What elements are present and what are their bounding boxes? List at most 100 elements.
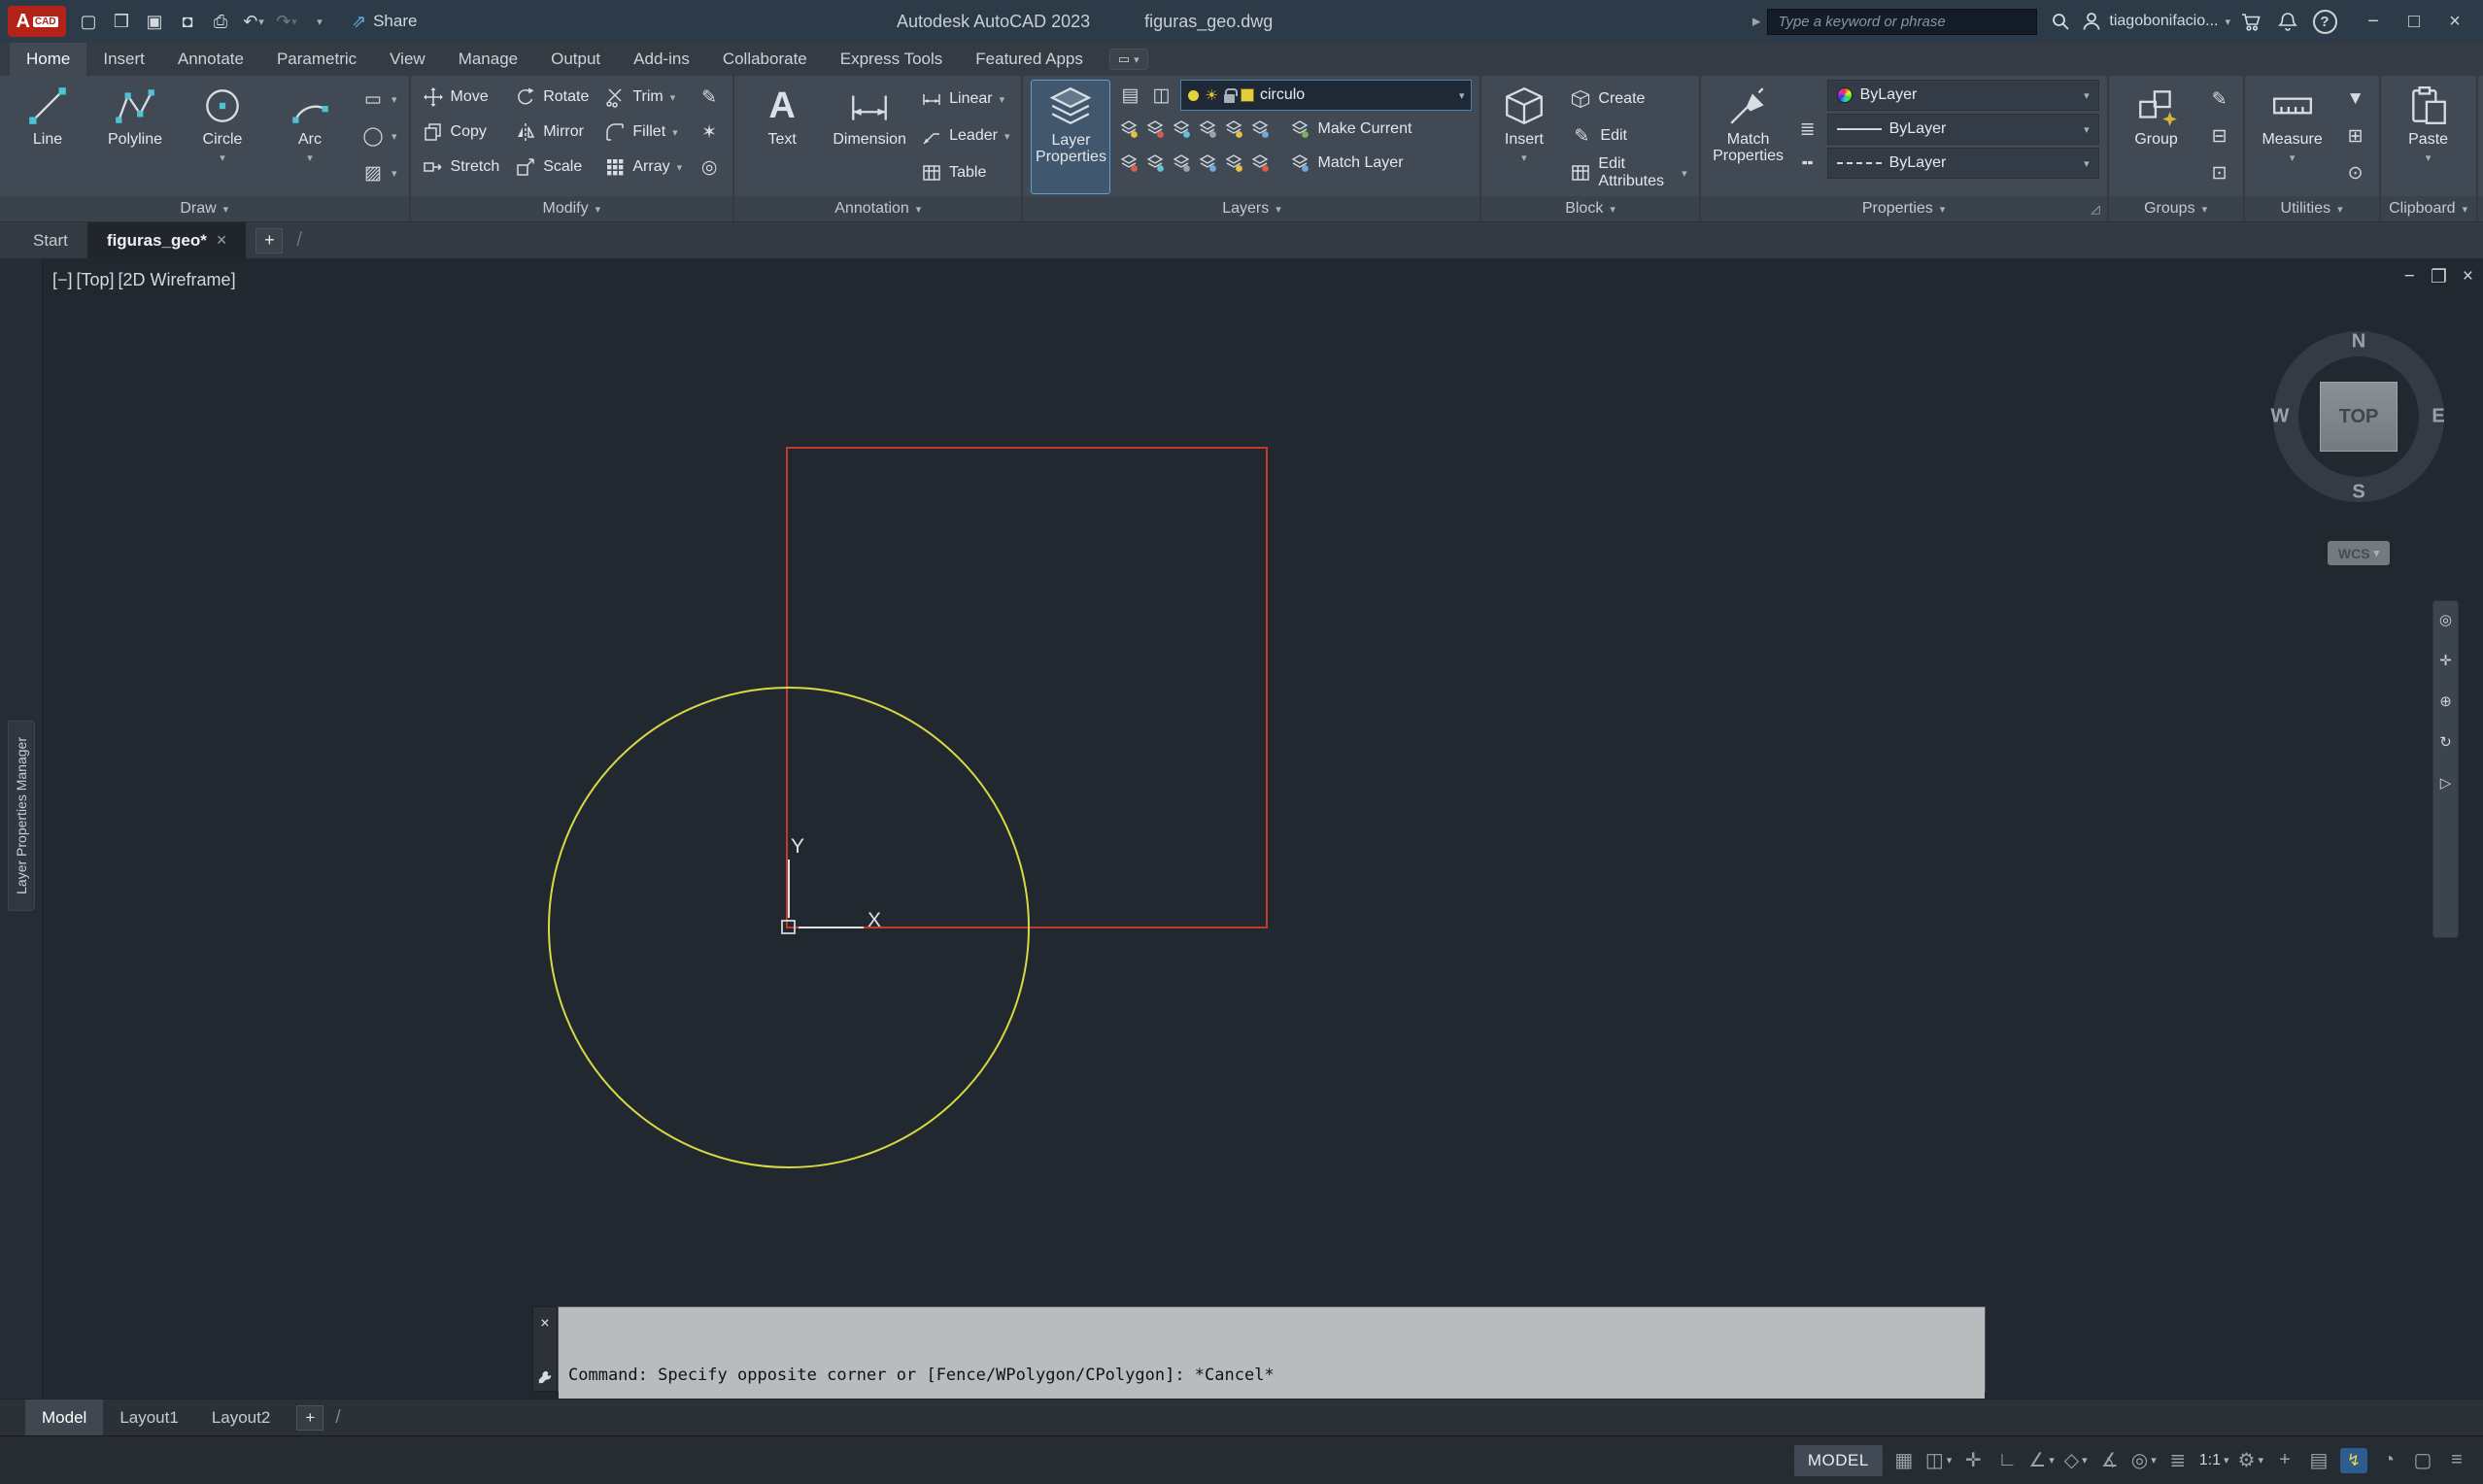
panel-label-view[interactable]: View▾ [2478,196,2483,221]
circle-button[interactable]: Circle▾ [183,80,262,194]
viewcube-west[interactable]: W [2271,406,2290,428]
zoom-icon[interactable]: ⊕ [2439,692,2452,710]
layer-isolate-icon[interactable] [1144,119,1166,139]
polyline-button[interactable]: Polyline [95,80,175,194]
viewport-minimize-button[interactable]: − [2404,266,2415,288]
maximize-button[interactable]: □ [2394,5,2434,38]
search-button[interactable] [2044,7,2077,36]
ortho-mode-button[interactable]: ∟ [1994,1445,2020,1476]
layer-merge-icon[interactable] [1223,153,1244,173]
create-block-button[interactable]: Create [1566,82,1690,117]
tab-collaborate[interactable]: Collaborate [706,43,824,76]
drawn-square[interactable] [787,448,1267,928]
layer-settings-icon[interactable]: ◫ [1149,84,1173,107]
layer-lock-tool-icon[interactable] [1197,119,1218,139]
workspace-switching-button[interactable]: ⚙▾ [2238,1445,2263,1476]
id-point-button[interactable]: ⊙ [2340,155,2371,190]
close-icon[interactable]: × [217,230,227,251]
plot-button[interactable]: ⎙ [206,7,235,36]
measure-button[interactable]: Measure▾ [2253,80,2332,194]
viewcube[interactable]: N W E S TOP [2266,324,2451,509]
isolate-objects-button[interactable]: ◔ [2376,1445,2401,1476]
linear-dimension-button[interactable]: Linear▾ [917,82,1013,117]
ungroup-button[interactable]: ⊟ [2204,118,2235,153]
line-button[interactable]: Line [8,80,87,194]
annotation-scale-button[interactable]: 1:1▾ [2199,1445,2229,1476]
help-button[interactable]: ? [2308,7,2341,36]
panel-label-modify[interactable]: Modify▾ [411,196,733,221]
wcs-menu[interactable]: WCS ▾ [2328,541,2390,565]
account-button[interactable]: tiagobonifacio... ▾ [2081,11,2230,32]
paste-button[interactable]: Paste▾ [2389,80,2468,194]
panel-label-annotation[interactable]: Annotation▾ [734,196,1021,221]
viewcube-south[interactable]: S [2352,482,2364,504]
rectangle-tool-button[interactable]: ▭▾ [357,82,401,117]
pan-icon[interactable]: ✛ [2439,652,2452,669]
layer-unlock-icon[interactable] [1171,153,1192,173]
tab-featured-apps[interactable]: Featured Apps [959,43,1100,76]
tab-annotate[interactable]: Annotate [161,43,260,76]
stretch-button[interactable]: Stretch [419,150,504,185]
layer-thaw-tool-icon[interactable] [1144,153,1166,173]
search-input[interactable] [1767,9,2037,35]
fillet-button[interactable]: Fillet▾ [600,115,686,150]
arc-button[interactable]: Arc▾ [270,80,350,194]
share-button[interactable]: ⇗ Share [352,12,417,32]
orbit-icon[interactable]: ↻ [2439,733,2452,751]
tab-parametric[interactable]: Parametric [260,43,373,76]
lineweight-dropdown[interactable]: ByLayer ▾ [1827,114,2099,145]
steering-wheel-icon[interactable]: ◎ [2439,611,2452,628]
view-control[interactable]: [Top] [77,270,115,290]
offset-button[interactable]: ◎ [694,150,725,185]
close-button[interactable]: × [2434,5,2475,38]
isometric-drafting-button[interactable]: ◇▾ [2063,1445,2089,1476]
minimize-button[interactable]: − [2353,5,2394,38]
hatch-tool-button[interactable]: ▨▾ [357,155,401,190]
text-button[interactable]: AText [742,80,822,194]
match-layer-button[interactable]: Match Layer [1289,148,1403,179]
save-as-button[interactable]: ◘ [173,7,202,36]
linetype-dropdown[interactable]: ByLayer ▾ [1827,148,2099,179]
open-file-button[interactable]: ❒ [107,7,136,36]
new-drawing-tab-button[interactable]: + [255,228,283,253]
layer-freeze-icon[interactable] [1171,119,1192,139]
snap-mode-button[interactable]: ◫▾ [1925,1445,1952,1476]
grid-display-button[interactable]: ▦ [1891,1445,1917,1476]
trim-button[interactable]: Trim▾ [600,80,686,115]
store-button[interactable] [2234,7,2267,36]
object-snap-button[interactable]: ◎▾ [2131,1445,2157,1476]
tab-home[interactable]: Home [10,43,86,76]
viewcube-north[interactable]: N [2352,331,2365,354]
app-menu-button[interactable]: A CAD [8,6,66,37]
dynamic-input-button[interactable]: ✛ [1960,1445,1986,1476]
tab-add-ins[interactable]: Add-ins [617,43,706,76]
layer-properties-manager-tab[interactable]: Layer Properties Manager [8,721,35,911]
layer-delete-icon[interactable] [1249,153,1271,173]
tab-manage[interactable]: Manage [442,43,534,76]
showmotion-icon[interactable]: ▷ [2440,774,2452,792]
group-edit-button[interactable]: ✎ [2204,82,2235,117]
mirror-button[interactable]: Mirror [511,115,593,150]
array-button[interactable]: Array▾ [600,150,686,185]
file-tab-active[interactable]: figuras_geo* × [87,222,247,258]
tab-insert[interactable]: Insert [86,43,161,76]
layer-properties-button[interactable]: Layer Properties [1031,80,1110,194]
edit-attributes-button[interactable]: Edit Attributes▾ [1566,155,1690,190]
layer-freeze-all-icon[interactable] [1197,153,1218,173]
layout-tab-layout2[interactable]: Layout2 [195,1400,288,1435]
ribbon-display-toggle[interactable]: ▭ ▾ [1109,49,1148,70]
rotate-button[interactable]: Rotate [511,80,593,115]
make-current-button[interactable]: Make Current [1289,114,1412,145]
layer-walk-icon[interactable] [1249,119,1271,139]
explode-button[interactable]: ✶ [694,115,725,150]
quick-select-button[interactable]: ▼ [2340,82,2371,117]
layout-tab-model[interactable]: Model [25,1400,103,1435]
object-snap-tracking-button[interactable]: ∡ [2097,1445,2123,1476]
layer-unisolate-icon[interactable] [1118,153,1139,173]
layer-on-tool-icon[interactable] [1223,119,1244,139]
panel-label-clipboard[interactable]: Clipboard▾ [2381,196,2476,221]
insert-block-button[interactable]: Insert▾ [1489,80,1558,194]
group-button[interactable]: Group [2117,80,2196,194]
lineweight-display-button[interactable]: ≣ [2165,1445,2191,1476]
annotation-monitor-button[interactable]: + [2272,1445,2297,1476]
